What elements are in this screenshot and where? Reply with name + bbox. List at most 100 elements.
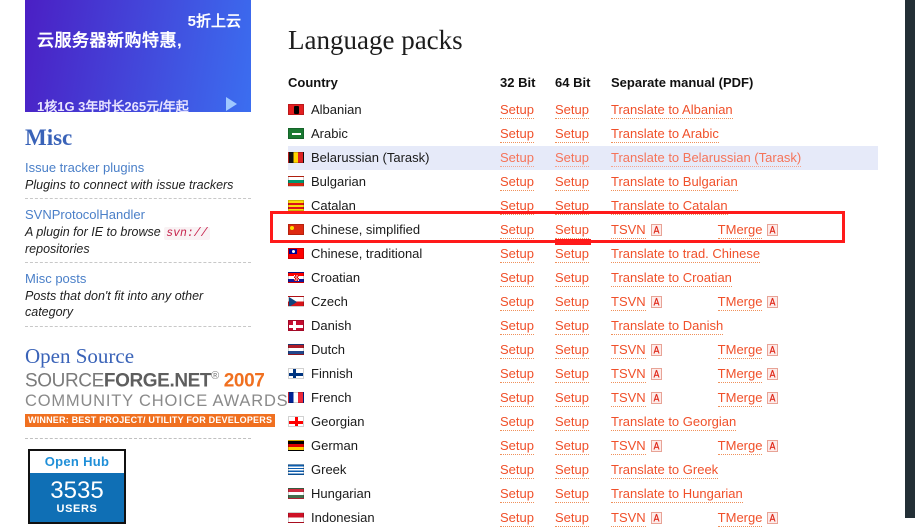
- setup-link-32bit[interactable]: Setup: [500, 150, 534, 168]
- setup-link-64bit[interactable]: Setup: [555, 270, 589, 288]
- pdf-icon: [767, 440, 779, 453]
- manual-cell: Translate to Georgian: [611, 410, 878, 434]
- setup-cell-32bit: Setup: [500, 194, 555, 218]
- setup-link-64bit[interactable]: Setup: [555, 366, 589, 384]
- translate-manual-link[interactable]: Translate to Georgian: [611, 414, 737, 432]
- country-cell: Arabic: [288, 122, 500, 146]
- setup-link-64bit[interactable]: Setup: [555, 102, 589, 120]
- setup-cell-64bit: Setup: [555, 218, 611, 242]
- setup-link-32bit[interactable]: Setup: [500, 294, 534, 312]
- setup-cell-64bit: Setup: [555, 434, 611, 458]
- setup-link-64bit[interactable]: Setup: [555, 438, 589, 456]
- setup-link-64bit[interactable]: Setup: [555, 246, 589, 264]
- setup-link-64bit[interactable]: Setup: [555, 342, 589, 360]
- tmerge-manual-link[interactable]: TMerge: [717, 294, 763, 312]
- translate-manual-link[interactable]: Translate to Belarussian (Tarask): [611, 150, 802, 168]
- pdf-icon: [767, 224, 779, 237]
- setup-link-64bit[interactable]: Setup: [555, 174, 589, 192]
- translate-manual-link[interactable]: Translate to Hungarian: [611, 486, 743, 504]
- flag-icon-germany: [288, 440, 304, 452]
- tmerge-manual-link[interactable]: TMerge: [717, 438, 763, 456]
- setup-link-32bit[interactable]: Setup: [500, 462, 534, 480]
- setup-link-32bit[interactable]: Setup: [500, 342, 534, 360]
- translate-manual-link[interactable]: Translate to trad. Chinese: [611, 246, 761, 264]
- tsvn-manual-link[interactable]: TSVN: [611, 222, 646, 240]
- setup-cell-64bit: Setup: [555, 194, 611, 218]
- tmerge-manual-link[interactable]: TMerge: [717, 390, 763, 408]
- setup-link-64bit[interactable]: Setup: [555, 198, 589, 216]
- table-row: Belarussian (Tarask) Setup Setup Translate …: [288, 145, 878, 170]
- setup-link-32bit[interactable]: Setup: [500, 246, 534, 264]
- table-row: Greek Setup Setup Translate to Greek: [288, 458, 878, 482]
- setup-link-32bit[interactable]: Setup: [500, 438, 534, 456]
- tmerge-manual-link[interactable]: TMerge: [717, 342, 763, 360]
- tsvn-manual-link[interactable]: TSVN: [611, 510, 646, 528]
- sourceforge-wordmark: SOURCEFORGE.NET® 2007: [25, 370, 265, 392]
- country-label: Danish: [311, 318, 352, 334]
- table-body: Albanian Setup Setup Translate to Albanian A…: [288, 98, 878, 530]
- setup-link-32bit[interactable]: Setup: [500, 390, 534, 408]
- sf-year: 2007: [223, 370, 265, 392]
- setup-cell-32bit: Setup: [500, 386, 555, 410]
- setup-link-64bit[interactable]: Setup: [555, 150, 589, 168]
- pdf-icon: [650, 512, 662, 525]
- column-header-32bit: 32 Bit: [500, 74, 536, 90]
- flag-icon-taiwan: [288, 248, 304, 260]
- setup-link-64bit[interactable]: Setup: [555, 222, 589, 240]
- setup-link-32bit[interactable]: Setup: [500, 270, 534, 288]
- misc-entry: SVNProtocolHandler A plugin for IE to br…: [25, 206, 251, 264]
- tsvn-manual-link[interactable]: TSVN: [611, 294, 646, 312]
- setup-link-64bit[interactable]: Setup: [555, 318, 589, 336]
- setup-link-32bit[interactable]: Setup: [500, 126, 534, 144]
- setup-link-64bit[interactable]: Setup: [555, 462, 589, 480]
- setup-cell-32bit: Setup: [500, 338, 555, 362]
- tsvn-manual-link[interactable]: TSVN: [611, 438, 646, 456]
- country-cell: Dutch: [288, 338, 500, 362]
- setup-link-32bit[interactable]: Setup: [500, 318, 534, 336]
- setup-link-32bit[interactable]: Setup: [500, 510, 534, 528]
- tsvn-manual-link[interactable]: TSVN: [611, 390, 646, 408]
- setup-link-64bit[interactable]: Setup: [555, 126, 589, 144]
- translate-manual-link[interactable]: Translate to Danish: [611, 318, 724, 336]
- tsvn-manual-link[interactable]: TSVN: [611, 342, 646, 360]
- setup-link-64bit[interactable]: Setup: [555, 414, 589, 432]
- sf-text-source: SOURCE: [25, 370, 104, 392]
- setup-link-32bit[interactable]: Setup: [500, 414, 534, 432]
- country-label: French: [311, 390, 352, 406]
- country-label: Bulgarian: [311, 174, 366, 190]
- setup-cell-64bit: Setup: [555, 362, 611, 386]
- misc-link-svnprotocolhandler[interactable]: SVNProtocolHandler: [25, 206, 251, 224]
- translate-manual-link[interactable]: Translate to Arabic: [611, 126, 719, 144]
- manual-cell: TSVN TMerge: [611, 362, 878, 386]
- table-row: Czech Setup Setup TSVN TMerge: [288, 290, 878, 314]
- country-label: Dutch: [311, 342, 345, 358]
- setup-link-32bit[interactable]: Setup: [500, 174, 534, 192]
- setup-cell-64bit: Setup: [555, 170, 611, 194]
- translate-manual-link[interactable]: Translate to Bulgarian: [611, 174, 738, 192]
- ad-arrow-icon: [226, 97, 237, 111]
- translate-manual-link[interactable]: Translate to Croatian: [611, 270, 732, 288]
- open-hub-badge[interactable]: Open Hub 3535 USERS: [28, 449, 126, 525]
- misc-link-issue-tracker-plugins[interactable]: Issue tracker plugins: [25, 159, 251, 177]
- tsvn-manual-link[interactable]: TSVN: [611, 366, 646, 384]
- advertisement-banner[interactable]: 云服务器新购特惠, 5折上云 1核1G 3年时长265元/年起: [25, 0, 251, 112]
- setup-link-32bit[interactable]: Setup: [500, 486, 534, 504]
- misc-link-misc-posts[interactable]: Misc posts: [25, 270, 251, 288]
- country-label: Chinese, traditional: [311, 246, 423, 262]
- setup-link-32bit[interactable]: Setup: [500, 102, 534, 120]
- open-source-section: Open Source SOURCEFORGE.NET® 2007 COMMUN…: [25, 344, 288, 525]
- setup-link-32bit[interactable]: Setup: [500, 222, 534, 240]
- setup-link-64bit[interactable]: Setup: [555, 294, 589, 312]
- translate-manual-link[interactable]: Translate to Catalan: [611, 198, 728, 216]
- tmerge-manual-link[interactable]: TMerge: [717, 366, 763, 384]
- tmerge-manual-link[interactable]: TMerge: [717, 510, 763, 528]
- tmerge-manual-link[interactable]: TMerge: [717, 222, 763, 240]
- setup-link-64bit[interactable]: Setup: [555, 510, 589, 528]
- setup-link-32bit[interactable]: Setup: [500, 366, 534, 384]
- setup-link-64bit[interactable]: Setup: [555, 486, 589, 504]
- setup-link-64bit[interactable]: Setup: [555, 390, 589, 408]
- setup-link-32bit[interactable]: Setup: [500, 198, 534, 216]
- translate-manual-link[interactable]: Translate to Albanian: [611, 102, 733, 120]
- translate-manual-link[interactable]: Translate to Greek: [611, 462, 719, 480]
- setup-cell-32bit: Setup: [500, 242, 555, 266]
